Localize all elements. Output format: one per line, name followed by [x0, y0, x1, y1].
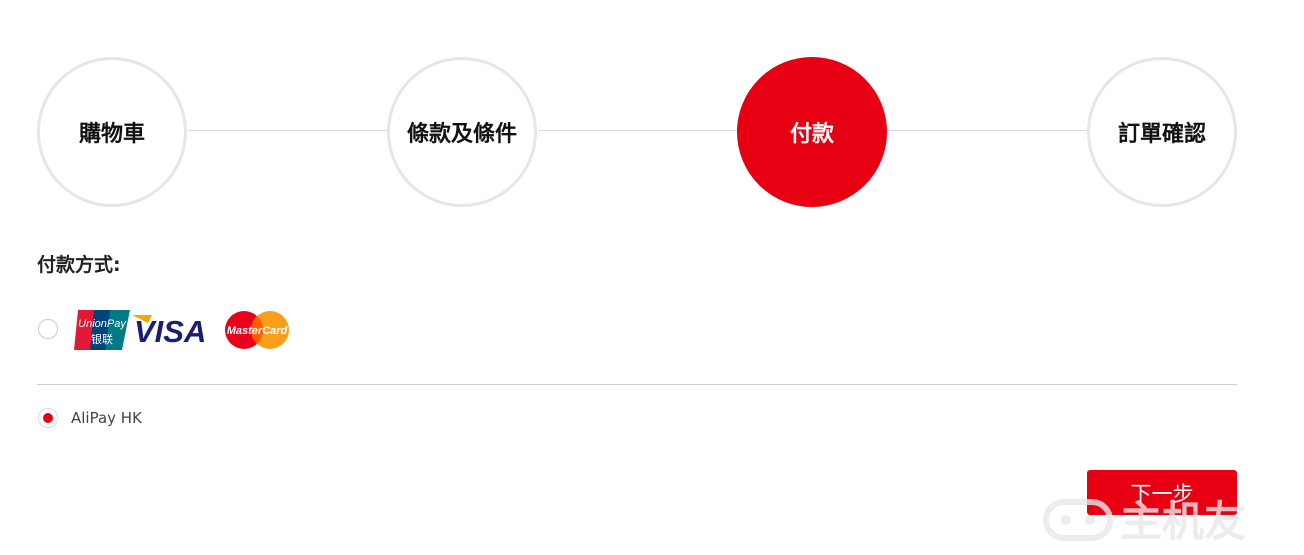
watermark-logo: 主机友: [1043, 497, 1246, 546]
mastercard-text: MasterCard: [227, 325, 288, 337]
step-order-confirmation: 訂單確認: [1087, 57, 1237, 207]
card-logos: UnionPay 银联 VISA MasterCard: [74, 310, 289, 350]
step-connector: [888, 130, 1088, 131]
step-terms: 條款及條件: [387, 57, 537, 207]
step-label: 購物車: [78, 122, 145, 147]
step-label: 訂單確認: [1117, 122, 1206, 147]
payment-divider: [37, 384, 1237, 385]
visa-text: VISA: [134, 314, 206, 349]
step-payment: 付款: [737, 57, 887, 207]
step-connector: [188, 130, 388, 131]
visa-logo: VISA: [132, 314, 206, 349]
unionpay-cn-text: 银联: [91, 332, 113, 346]
step-label: 條款及條件: [406, 122, 517, 147]
payment-method-title: 付款方式:: [37, 254, 121, 276]
checkout-stepper: 購物車 條款及條件 付款 訂單確認: [0, 0, 1304, 220]
step-label: 付款: [789, 122, 834, 147]
unionpay-logo: UnionPay 银联: [74, 310, 130, 350]
mastercard-logo: MasterCard: [225, 311, 289, 349]
card-payment-radio[interactable]: [38, 319, 58, 339]
alipay-label[interactable]: AliPay HK: [71, 409, 142, 427]
step-connector: [538, 130, 738, 131]
unionpay-text: UnionPay: [78, 318, 127, 330]
alipay-radio[interactable]: [38, 408, 58, 428]
watermark-text: 主机友: [1120, 497, 1246, 546]
step-cart: 購物車: [37, 57, 187, 207]
